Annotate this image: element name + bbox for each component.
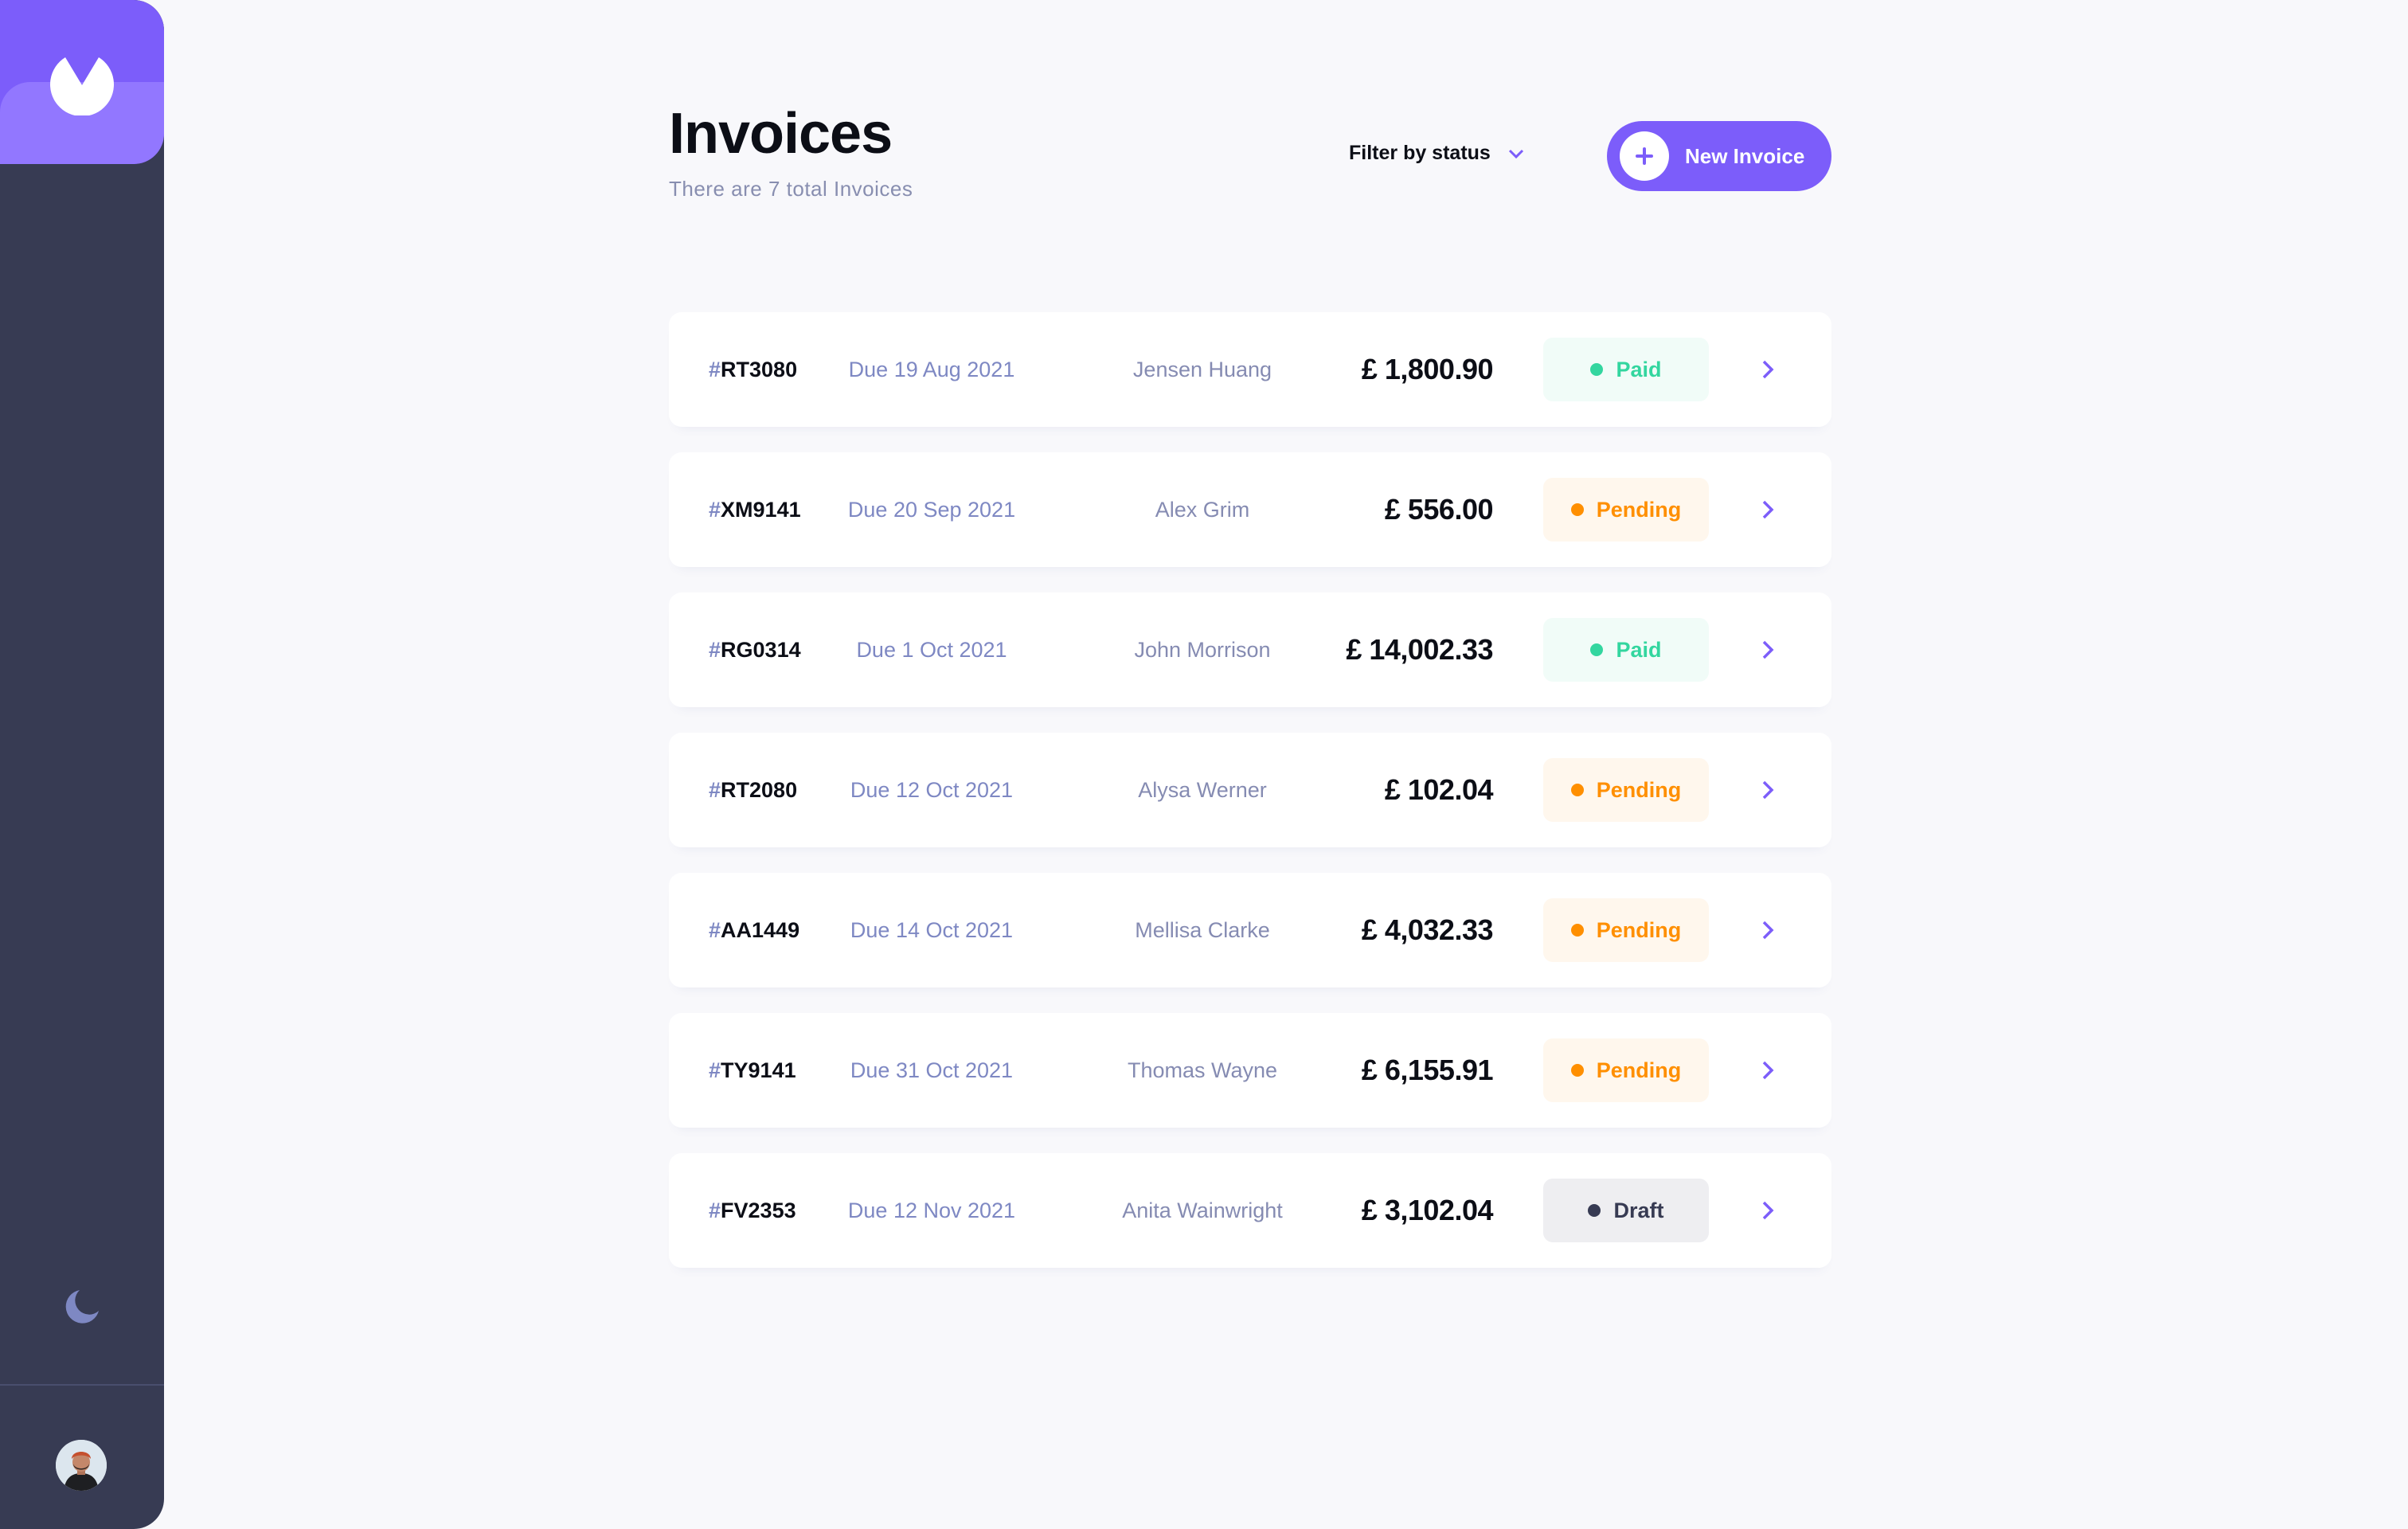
- invoice-id: #TY9141: [709, 1058, 796, 1082]
- invoice-client-name: Alex Grim: [1155, 498, 1250, 522]
- invoice-row[interactable]: #TY9141 Due 31 Oct 2021 Thomas Wayne £ 6…: [669, 1013, 1831, 1128]
- status-badge: Paid: [1543, 338, 1709, 401]
- status-badge: Pending: [1543, 1038, 1709, 1102]
- invoice-due-date: Due 20 Sep 2021: [847, 498, 1016, 522]
- status-badge: Draft: [1543, 1179, 1709, 1242]
- status-badge: Paid: [1543, 618, 1709, 682]
- invoice-id: #FV2353: [709, 1199, 796, 1222]
- invoice-due-date: Due 14 Oct 2021: [850, 918, 1014, 942]
- invoice-count-subtitle: There are 7 total Invoices: [669, 177, 913, 201]
- new-invoice-label: New Invoice: [1685, 144, 1805, 168]
- status-dot-icon: [1590, 643, 1604, 656]
- invoice-client-name: Thomas Wayne: [1127, 1058, 1278, 1082]
- plus-icon: [1620, 131, 1669, 181]
- status-dot-icon: [1570, 1064, 1584, 1077]
- invoice-row[interactable]: #RT2080 Due 12 Oct 2021 Alysa Werner £ 1…: [669, 733, 1831, 847]
- logo-icon: [50, 57, 114, 115]
- chevron-right-icon[interactable]: [1755, 917, 1781, 943]
- invoice-id: #RT2080: [709, 778, 798, 802]
- invoice-id: #RG0314: [709, 638, 801, 662]
- invoice-client-name: Anita Wainwright: [1122, 1199, 1283, 1222]
- invoice-amount: £ 3,102.04: [1361, 1194, 1494, 1226]
- sidebar: [0, 0, 164, 1529]
- avatar-image: [56, 1440, 107, 1491]
- invoice-due-date: Due 19 Aug 2021: [848, 358, 1015, 381]
- invoice-client-name: John Morrison: [1134, 638, 1271, 662]
- status-dot-icon: [1590, 363, 1604, 376]
- invoice-due-date: Due 12 Oct 2021: [850, 778, 1014, 802]
- status-dot-icon: [1570, 503, 1584, 516]
- moon-icon[interactable]: [64, 1289, 100, 1325]
- invoice-row[interactable]: #AA1449 Due 14 Oct 2021 Mellisa Clarke £…: [669, 873, 1831, 987]
- invoice-id: #XM9141: [709, 498, 801, 522]
- status-badge: Pending: [1543, 758, 1709, 822]
- user-avatar[interactable]: [56, 1440, 107, 1491]
- invoice-row[interactable]: #XM9141 Due 20 Sep 2021 Alex Grim £ 556.…: [669, 452, 1831, 567]
- invoice-due-date: Due 1 Oct 2021: [856, 638, 1007, 662]
- status-dot-icon: [1570, 784, 1584, 796]
- invoice-row[interactable]: #RT3080 Due 19 Aug 2021 Jensen Huang £ 1…: [669, 312, 1831, 427]
- invoice-amount: £ 6,155.91: [1361, 1054, 1494, 1086]
- invoice-client-name: Jensen Huang: [1132, 358, 1272, 381]
- status-badge: Pending: [1543, 898, 1709, 962]
- invoice-client-name: Mellisa Clarke: [1135, 918, 1270, 942]
- invoice-amount: £ 556.00: [1384, 493, 1494, 526]
- invoice-row[interactable]: #RG0314 Due 1 Oct 2021 John Morrison £ 1…: [669, 592, 1831, 707]
- status-dot-icon: [1588, 1204, 1601, 1217]
- invoice-amount: £ 102.04: [1384, 773, 1494, 806]
- status-dot-icon: [1570, 924, 1584, 937]
- chevron-right-icon[interactable]: [1755, 497, 1781, 522]
- invoice-id: #AA1449: [709, 918, 800, 942]
- invoice-due-date: Due 12 Nov 2021: [847, 1199, 1016, 1222]
- filter-label: Filter by status: [1349, 142, 1491, 164]
- invoice-amount: £ 4,032.33: [1361, 913, 1494, 946]
- invoice-amount: £ 14,002.33: [1346, 633, 1493, 666]
- chevron-right-icon[interactable]: [1755, 357, 1781, 382]
- chevron-right-icon[interactable]: [1755, 777, 1781, 803]
- page-title: Invoices: [669, 102, 893, 166]
- logo[interactable]: [0, 0, 164, 164]
- invoice-due-date: Due 31 Oct 2021: [850, 1058, 1014, 1082]
- sidebar-divider: [0, 1384, 164, 1386]
- invoice-list: #RT3080 Due 19 Aug 2021 Jensen Huang £ 1…: [669, 312, 1831, 1293]
- filter-by-status-dropdown[interactable]: Filter by status: [1349, 142, 1524, 165]
- chevron-right-icon[interactable]: [1755, 1058, 1781, 1083]
- chevron-right-icon[interactable]: [1755, 637, 1781, 663]
- invoice-client-name: Alysa Werner: [1138, 778, 1267, 802]
- status-badge: Pending: [1543, 478, 1709, 542]
- invoice-id: #RT3080: [709, 358, 798, 381]
- chevron-right-icon[interactable]: [1755, 1198, 1781, 1223]
- new-invoice-button[interactable]: New Invoice: [1607, 121, 1831, 191]
- invoice-row[interactable]: #FV2353 Due 12 Nov 2021 Anita Wainwright…: [669, 1153, 1831, 1268]
- invoice-amount: £ 1,800.90: [1361, 353, 1494, 385]
- chevron-down-icon: [1508, 149, 1523, 158]
